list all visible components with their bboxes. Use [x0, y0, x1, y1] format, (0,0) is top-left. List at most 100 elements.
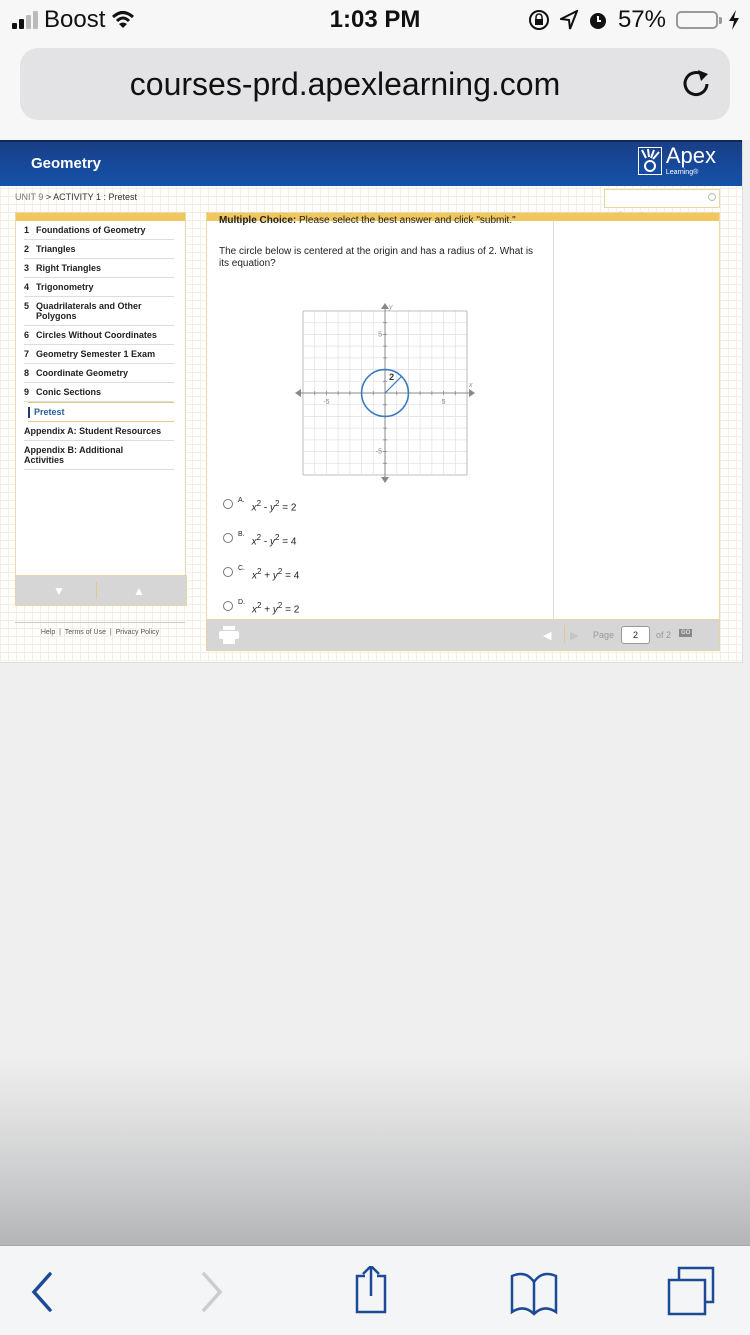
next-page-icon[interactable]: ▶ [570, 629, 578, 642]
item-number: 6 [24, 330, 30, 340]
search-input[interactable] [604, 189, 720, 208]
item-number: 5 [24, 301, 30, 311]
breadcrumb-unit[interactable]: UNIT 9 [15, 192, 43, 202]
radio-button[interactable] [223, 499, 233, 509]
sidebar-nav: 1 Foundations of Geometry 2 Triangles 3 Rig… [16, 221, 185, 470]
choice-a[interactable]: A. x2 - y2 = 2 [223, 496, 299, 530]
operator: + [261, 570, 273, 582]
sidebar-item-unit-1[interactable]: 1 Foundations of Geometry [24, 221, 174, 240]
alarm-icon [589, 13, 606, 29]
y-axis-down-arrow-icon [381, 477, 389, 483]
question-text: Multiple Choice: Please select the best … [219, 213, 539, 270]
location-icon [559, 10, 578, 30]
status-bar: Boost 1:03 PM 57% [0, 0, 750, 40]
terms-link[interactable]: Terms of Use [65, 629, 106, 636]
choice-letter: B. [238, 531, 245, 538]
item-number: 8 [24, 368, 30, 378]
item-number: 2 [24, 244, 30, 254]
item-label: Appendix B: Additional Activities [24, 445, 124, 465]
breadcrumb-activity: ACTIVITY 1 : Pretest [53, 192, 137, 202]
back-icon[interactable] [16, 1266, 72, 1316]
help-link[interactable]: Help [41, 629, 55, 636]
sidebar-item-appendix-a[interactable]: Appendix A: Student Resources [24, 422, 174, 441]
sidebar-item-unit-6[interactable]: 6 Circles Without Coordinates [24, 326, 174, 345]
rhs: = 2 [282, 604, 300, 616]
y-axis-up-arrow-icon [381, 303, 389, 309]
x-axis-right-arrow-icon [469, 389, 475, 397]
sidebar-item-pretest[interactable]: Pretest [28, 402, 174, 422]
operator: - [261, 502, 270, 514]
address-bar[interactable]: courses-prd.apexlearning.com [20, 48, 730, 120]
footer-separator: | [109, 629, 112, 636]
sidebar-item-unit-5[interactable]: 5 Quadrilaterals and Other Polygons [24, 297, 174, 326]
item-label: Geometry Semester 1 Exam [36, 349, 156, 359]
forward-icon[interactable] [182, 1266, 238, 1316]
privacy-link[interactable]: Privacy Policy [116, 629, 160, 636]
sidebar-item-unit-3[interactable]: 3 Right Triangles [24, 259, 174, 278]
share-icon[interactable] [347, 1266, 403, 1316]
instruction-text: Please select the best answer and click … [296, 215, 516, 226]
browser-url-area: courses-prd.apexlearning.com [0, 40, 750, 140]
tick-label-x-pos: 5 [442, 399, 446, 406]
item-number: 7 [24, 349, 30, 359]
logo-word: Apex [665, 143, 716, 168]
sidebar-item-unit-4[interactable]: 4 Trigonometry [24, 278, 174, 297]
print-icon[interactable] [219, 626, 239, 644]
page-number-input[interactable]: 2 [621, 626, 650, 644]
x-axis-label: x [468, 382, 473, 389]
item-label: Quadrilaterals and Other Polygons [36, 301, 142, 321]
breadcrumb: UNIT 9 > ACTIVITY 1 : Pretest [15, 192, 137, 202]
page-label: Page [593, 630, 615, 640]
radius-label: 2 [389, 372, 394, 382]
item-label: Right Triangles [36, 263, 102, 273]
choice-equation: x2 - y2 = 2 [252, 499, 297, 513]
choice-equation: x2 + y2 = 2 [252, 601, 299, 615]
url-text[interactable]: courses-prd.apexlearning.com [20, 66, 670, 103]
rotation-lock-icon [528, 10, 549, 30]
sidebar-item-unit-9[interactable]: 9 Conic Sections [24, 383, 174, 402]
sidebar-item-unit-8[interactable]: 8 Coordinate Geometry [24, 364, 174, 383]
charging-icon [729, 10, 739, 30]
tabs-icon[interactable] [665, 1266, 721, 1316]
y-axis-label: y [388, 304, 393, 311]
answer-choices: A. x2 - y2 = 2 B. x2 - y2 = 4 C. x2 + y2… [223, 496, 299, 619]
rhs: = 2 [279, 502, 297, 514]
choice-letter: C. [238, 565, 245, 572]
footer-links: Help | Terms of Use | Privacy Policy [15, 622, 185, 636]
item-number: 4 [24, 282, 30, 292]
previous-page-icon[interactable]: ◀ [543, 629, 551, 642]
course-title: Geometry [31, 155, 102, 172]
choice-b[interactable]: B. x2 - y2 = 4 [223, 530, 299, 564]
scroll-up-arrow-icon[interactable]: ▲ [133, 584, 145, 598]
tick-label-x-neg: -5 [323, 399, 329, 406]
choice-d[interactable]: D. x2 + y2 = 2 [223, 598, 299, 619]
apex-logo-mark-icon [637, 147, 662, 175]
question-panel: Multiple Choice: Please select the best … [206, 212, 720, 620]
sidebar: 1 Foundations of Geometry 2 Triangles 3 Rig… [15, 212, 186, 604]
radio-button[interactable] [223, 601, 233, 611]
sidebar-item-unit-2[interactable]: 2 Triangles [24, 240, 174, 259]
question-prompt: The circle below is centered at the orig… [219, 246, 534, 269]
choice-equation: x2 + y2 = 4 [252, 567, 299, 581]
choice-c[interactable]: C. x2 + y2 = 4 [223, 564, 299, 598]
go-button[interactable]: GO [679, 629, 693, 637]
item-label: Conic Sections [36, 387, 102, 397]
logo-sub: Learning® [665, 169, 699, 176]
reload-icon[interactable] [678, 66, 714, 102]
x-axis-left-arrow-icon [295, 389, 301, 397]
search-icon[interactable] [708, 193, 716, 201]
choice-letter: A. [238, 497, 245, 504]
bookmarks-icon[interactable] [506, 1266, 562, 1316]
radio-button[interactable] [223, 567, 233, 577]
footer-separator: | [59, 629, 61, 636]
item-label: Triangles [36, 244, 76, 254]
apex-logo[interactable]: Apex Learning® [637, 143, 716, 176]
radio-button[interactable] [223, 533, 233, 543]
sidebar-item-appendix-b[interactable]: Appendix B: Additional Activities [24, 441, 174, 470]
operator: - [261, 536, 270, 548]
scroll-down-arrow-icon[interactable]: ▼ [53, 584, 65, 598]
coordinate-graph: x y -5 5 5 -5 2 [295, 303, 475, 483]
column-divider [553, 221, 554, 619]
operator: + [261, 604, 273, 616]
sidebar-item-unit-7[interactable]: 7 Geometry Semester 1 Exam [24, 345, 174, 364]
